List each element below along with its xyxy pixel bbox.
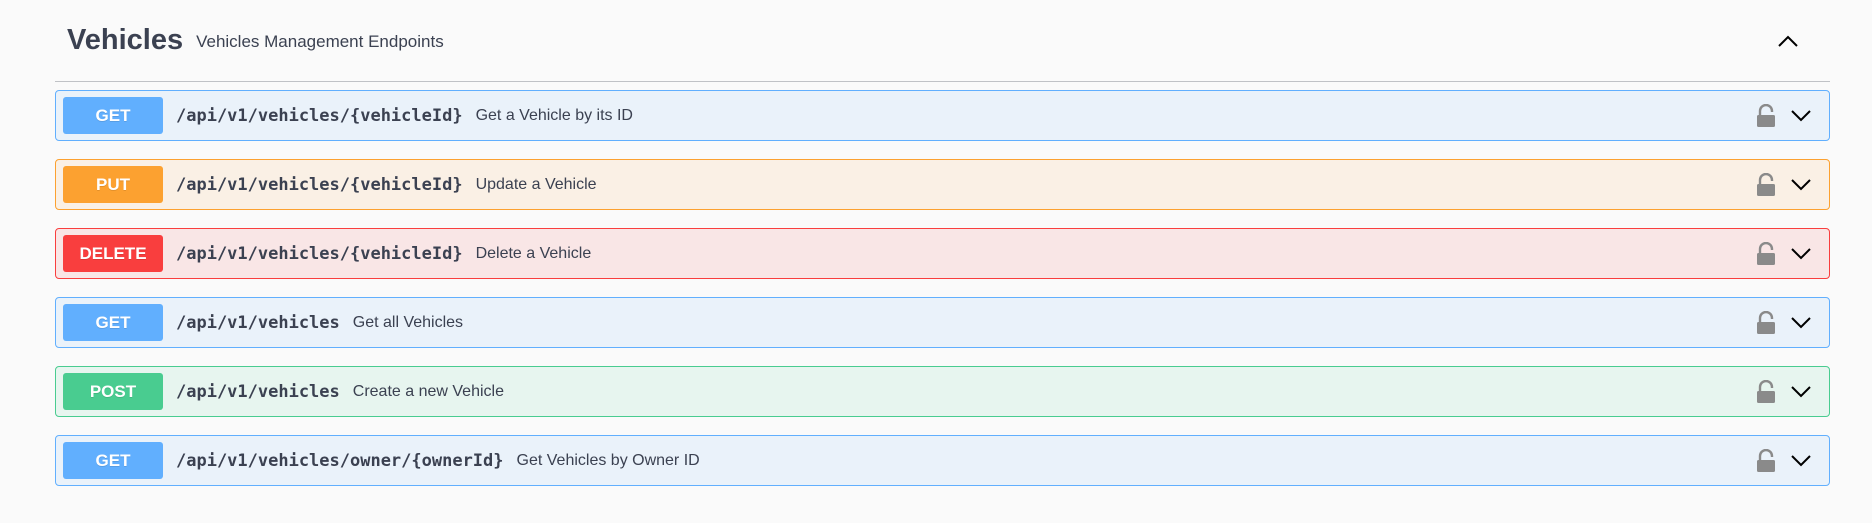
operation-path: /api/v1/vehicles/{vehicleId} xyxy=(176,174,463,195)
expand-operation-button[interactable] xyxy=(1787,378,1815,406)
authorize-button[interactable] xyxy=(1753,446,1779,476)
lock-open-icon xyxy=(1757,172,1775,196)
operation-path: /api/v1/vehicles xyxy=(176,381,340,402)
expand-operation-button[interactable] xyxy=(1787,102,1815,130)
lock-open-icon xyxy=(1757,103,1775,127)
expand-operation-button[interactable] xyxy=(1787,240,1815,268)
operation-post-vehicle[interactable]: POST /api/v1/vehicles Create a new Vehic… xyxy=(55,366,1830,417)
chevron-down-icon xyxy=(1791,316,1811,328)
authorize-button[interactable] xyxy=(1753,239,1779,269)
tag-header[interactable]: Vehicles Vehicles Management Endpoints xyxy=(55,0,1830,82)
operation-icons xyxy=(1753,298,1815,347)
authorize-button[interactable] xyxy=(1753,101,1779,131)
tag-description: Vehicles Management Endpoints xyxy=(196,31,444,51)
operation-delete-vehicle[interactable]: DELETE /api/v1/vehicles/{vehicleId} Dele… xyxy=(55,228,1830,279)
chevron-up-icon xyxy=(1778,35,1798,47)
lock-open-icon xyxy=(1757,448,1775,472)
operation-summary: Create a new Vehicle xyxy=(352,382,504,400)
operation-get-all-vehicles[interactable]: GET /api/v1/vehicles Get all Vehicles xyxy=(55,297,1830,348)
operation-icons xyxy=(1753,367,1815,416)
chevron-down-icon xyxy=(1791,109,1811,121)
chevron-down-icon xyxy=(1791,385,1811,397)
lock-open-icon xyxy=(1757,310,1775,334)
operation-summary: Delete a Vehicle xyxy=(475,244,592,262)
operation-path: /api/v1/vehicles/owner/{ownerId} xyxy=(176,450,504,471)
authorize-button[interactable] xyxy=(1753,170,1779,200)
collapse-button[interactable] xyxy=(1773,26,1803,56)
operation-get-vehicles-by-owner[interactable]: GET /api/v1/vehicles/owner/{ownerId} Get… xyxy=(55,435,1830,486)
method-badge: PUT xyxy=(63,166,163,203)
method-badge: GET xyxy=(63,97,163,134)
method-badge: POST xyxy=(63,373,163,410)
operation-put-vehicle[interactable]: PUT /api/v1/vehicles/{vehicleId} Update … xyxy=(55,159,1830,210)
expand-operation-button[interactable] xyxy=(1787,447,1815,475)
method-badge: DELETE xyxy=(63,235,163,272)
method-badge: GET xyxy=(63,304,163,341)
operation-icons xyxy=(1753,91,1815,140)
chevron-down-icon xyxy=(1791,247,1811,259)
operation-summary: Get all Vehicles xyxy=(352,313,464,331)
lock-open-icon xyxy=(1757,241,1775,265)
authorize-button[interactable] xyxy=(1753,308,1779,338)
operation-get-vehicle-by-id[interactable]: GET /api/v1/vehicles/{vehicleId} Get a V… xyxy=(55,90,1830,141)
operation-icons xyxy=(1753,436,1815,485)
operation-path: /api/v1/vehicles/{vehicleId} xyxy=(176,105,463,126)
operation-summary: Update a Vehicle xyxy=(475,175,597,193)
operation-icons xyxy=(1753,229,1815,278)
expand-operation-button[interactable] xyxy=(1787,171,1815,199)
expand-operation-button[interactable] xyxy=(1787,309,1815,337)
chevron-down-icon xyxy=(1791,454,1811,466)
tag-title: Vehicles xyxy=(67,24,184,56)
method-badge: GET xyxy=(63,442,163,479)
authorize-button[interactable] xyxy=(1753,377,1779,407)
operation-icons xyxy=(1753,160,1815,209)
lock-open-icon xyxy=(1757,379,1775,403)
operation-path: /api/v1/vehicles xyxy=(176,312,340,333)
vehicles-tag-section: Vehicles Vehicles Management Endpoints G… xyxy=(0,0,1872,523)
operation-summary: Get a Vehicle by its ID xyxy=(475,106,633,124)
operation-summary: Get Vehicles by Owner ID xyxy=(516,451,700,469)
operation-path: /api/v1/vehicles/{vehicleId} xyxy=(176,243,463,264)
chevron-down-icon xyxy=(1791,178,1811,190)
